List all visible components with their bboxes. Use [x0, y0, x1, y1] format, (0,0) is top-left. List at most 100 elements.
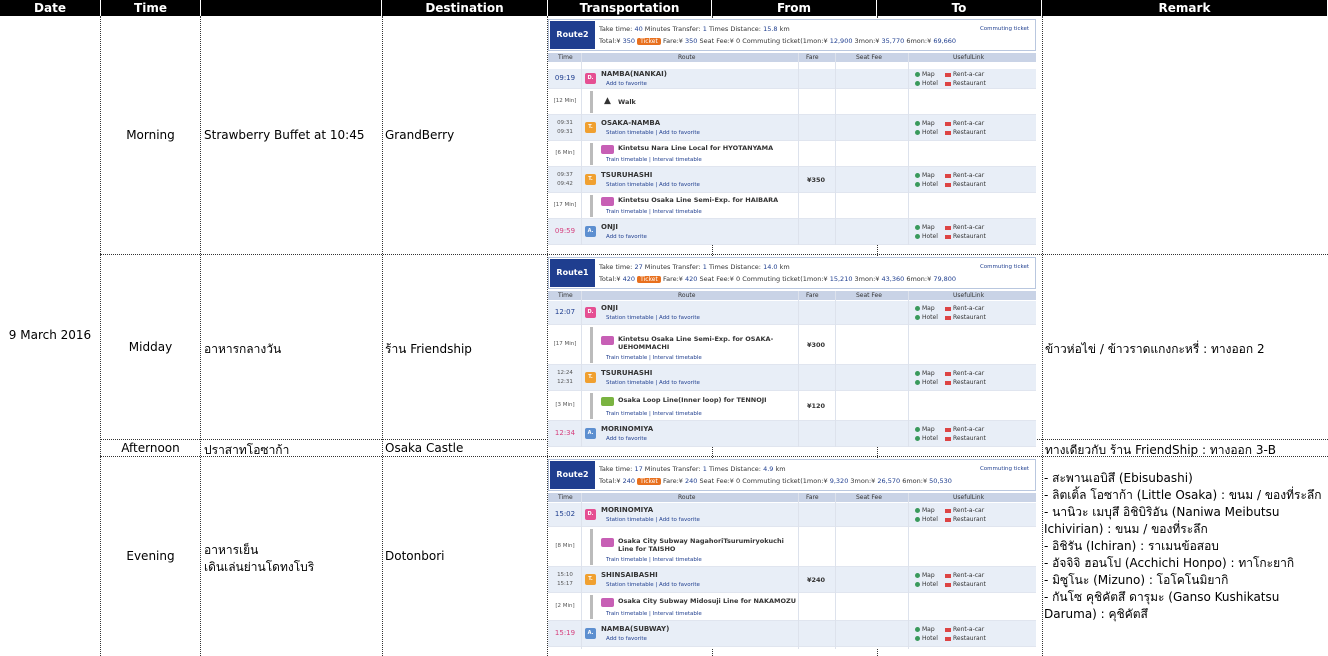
summary-km: km	[775, 465, 786, 473]
map-link[interactable]: Map	[915, 223, 938, 232]
summary-c3-label: 3mon:¥	[854, 275, 880, 283]
segment-timetable-links[interactable]: Train timetable | Interval timetable	[606, 411, 702, 417]
segment-line-name[interactable]: Osaka City Subway NagahoriTsurumiryokuch…	[618, 537, 798, 553]
restaurant-link[interactable]: Restaurant	[945, 232, 1005, 241]
station-links[interactable]: Station timetable | Add to favorite	[606, 582, 700, 588]
route-summary-line1: Take time: 17 Minutes Transfer: 1 Times …	[599, 465, 786, 473]
station-name[interactable]: TSURUHASHI	[601, 369, 652, 377]
station-name[interactable]: TSURUHASHI	[601, 171, 652, 179]
rent-a-car-link[interactable]: Rent-a-car	[945, 425, 1005, 434]
station-links[interactable]: Add to favorite	[606, 81, 647, 87]
map-link[interactable]: Map	[915, 571, 938, 580]
route-badge[interactable]: Route1	[550, 259, 595, 287]
route-column-header: Time Route Fare Seat Fee UsefulLink	[548, 493, 1036, 502]
summary-take-time-label: Take time:	[599, 465, 633, 473]
restaurant-link[interactable]: Restaurant	[945, 580, 1005, 589]
map-link[interactable]: Map	[915, 425, 938, 434]
segment-timetable-links[interactable]: Train timetable | Interval timetable	[606, 209, 702, 215]
station-links[interactable]: Station timetable | Add to favorite	[606, 182, 700, 188]
map-link[interactable]: Map	[915, 369, 938, 378]
commuting-ticket-link[interactable]: Commuting ticket	[980, 264, 1029, 270]
segment-timetable-links[interactable]: Train timetable | Interval timetable	[606, 157, 702, 163]
commuting-ticket-link[interactable]: Commuting ticket	[980, 26, 1029, 32]
restaurant-link[interactable]: Restaurant	[945, 180, 1005, 189]
station-name[interactable]: ONJI	[601, 223, 618, 231]
hotel-link[interactable]: Hotel	[915, 515, 938, 524]
route-badge[interactable]: Route2	[550, 461, 595, 489]
segment-line-name[interactable]: Kintetsu Nara Line Local for HYOTANYAMA	[618, 144, 798, 152]
restaurant-link[interactable]: Restaurant	[945, 128, 1005, 137]
map-link[interactable]: Map	[915, 304, 938, 313]
rent-a-car-link[interactable]: Rent-a-car	[945, 571, 1005, 580]
station-links[interactable]: Station timetable | Add to favorite	[606, 380, 700, 386]
summary-distance-label: Distance:	[730, 263, 761, 271]
rent-a-car-link[interactable]: Rent-a-car	[945, 119, 1005, 128]
summary-ticket[interactable]: Ticket	[637, 38, 661, 45]
col-fare: Fare	[806, 54, 819, 61]
map-icon	[915, 427, 920, 432]
map-link[interactable]: Map	[915, 70, 938, 79]
route-summary: Route2 Take time: 17 Minutes Transfer: 1 …	[548, 459, 1036, 491]
hotel-link[interactable]: Hotel	[915, 232, 938, 241]
hotel-link[interactable]: Hotel	[915, 580, 938, 589]
station-links[interactable]: Station timetable | Add to favorite	[606, 517, 700, 523]
hotel-link[interactable]: Hotel	[915, 128, 938, 137]
station-links[interactable]: Station timetable | Add to favorite	[606, 315, 700, 321]
hotel-link[interactable]: Hotel	[915, 378, 938, 387]
segment-line-name[interactable]: Osaka Loop Line(Inner loop) for TENNOJI	[618, 396, 798, 404]
route-column-header: Time Route Fare Seat Fee UsefulLink	[548, 291, 1036, 300]
station-name[interactable]: NAMBA(SUBWAY)	[601, 625, 669, 633]
station-links[interactable]: Add to favorite	[606, 234, 647, 240]
station-name[interactable]: ONJI	[601, 304, 618, 312]
hotel-link[interactable]: Hotel	[915, 434, 938, 443]
commuting-ticket-link[interactable]: Commuting ticket	[980, 466, 1029, 472]
restaurant-link[interactable]: Restaurant	[945, 79, 1005, 88]
summary-ticket[interactable]: Ticket	[637, 478, 661, 485]
rent-a-car-link[interactable]: Rent-a-car	[945, 304, 1005, 313]
restaurant-link[interactable]: Restaurant	[945, 634, 1005, 643]
rent-a-car-link[interactable]: Rent-a-car	[945, 171, 1005, 180]
car-icon	[945, 173, 951, 178]
hotel-link[interactable]: Hotel	[915, 79, 938, 88]
station-marker-icon: A.	[585, 428, 596, 439]
remark-item: - อิชิรัน (Ichiran) : ราเมนข้อสอบ	[1044, 539, 1219, 553]
hotel-link[interactable]: Hotel	[915, 180, 938, 189]
map-link[interactable]: Map	[915, 119, 938, 128]
restaurant-link[interactable]: Restaurant	[945, 434, 1005, 443]
station-name[interactable]: OSAKA-NAMBA	[601, 119, 660, 127]
map-link[interactable]: Map	[915, 506, 938, 515]
segment-timetable-links[interactable]: Train timetable | Interval timetable	[606, 557, 702, 563]
segment-line-name[interactable]: Osaka City Subway Midosuji Line for NAKA…	[618, 597, 798, 605]
route-badge[interactable]: Route2	[550, 21, 595, 49]
hotel-link[interactable]: Hotel	[915, 313, 938, 322]
restaurant-link[interactable]: Restaurant	[945, 515, 1005, 524]
rent-a-car-link[interactable]: Rent-a-car	[945, 625, 1005, 634]
station-links[interactable]: Add to favorite	[606, 636, 647, 642]
departure-time: 12:31	[557, 379, 573, 385]
remark-item: - อัจจิจิ ฮอนโป (Acchichi Honpo) : ทาโกะ…	[1044, 556, 1295, 570]
segment-line-name[interactable]: Kintetsu Osaka Line Semi-Exp. for OSAKA-…	[618, 335, 798, 351]
station-name[interactable]: NAMBA(NANKAI)	[601, 70, 667, 78]
station-name[interactable]: MORINOMIYA	[601, 425, 653, 433]
station-links[interactable]: Station timetable | Add to favorite	[606, 130, 700, 136]
segment-line-name[interactable]: Kintetsu Osaka Line Semi-Exp. for HAIBAR…	[618, 196, 798, 204]
rent-a-car-link[interactable]: Rent-a-car	[945, 369, 1005, 378]
rent-a-car-link[interactable]: Rent-a-car	[945, 223, 1005, 232]
rent-a-car-link[interactable]: Rent-a-car	[945, 506, 1005, 515]
segment-timetable-links[interactable]: Train timetable | Interval timetable	[606, 611, 702, 617]
station-name[interactable]: MORINOMIYA	[601, 506, 653, 514]
summary-commuting: Commuting ticket(1mon:¥	[742, 275, 828, 283]
map-link[interactable]: Map	[915, 625, 938, 634]
station-links[interactable]: Add to favorite	[606, 436, 647, 442]
route-line	[590, 595, 593, 619]
segment-timetable-links[interactable]: Train timetable | Interval timetable	[606, 355, 702, 361]
restaurant-link[interactable]: Restaurant	[945, 378, 1005, 387]
station-name[interactable]: SHINSAIBASHI	[601, 571, 658, 579]
rent-a-car-link[interactable]: Rent-a-car	[945, 70, 1005, 79]
hotel-link[interactable]: Hotel	[915, 634, 938, 643]
restaurant-link[interactable]: Restaurant	[945, 313, 1005, 322]
map-link[interactable]: Map	[915, 171, 938, 180]
summary-fare: 350	[685, 37, 698, 45]
summary-minutes: Minutes	[644, 263, 671, 271]
summary-ticket[interactable]: Ticket	[637, 276, 661, 283]
